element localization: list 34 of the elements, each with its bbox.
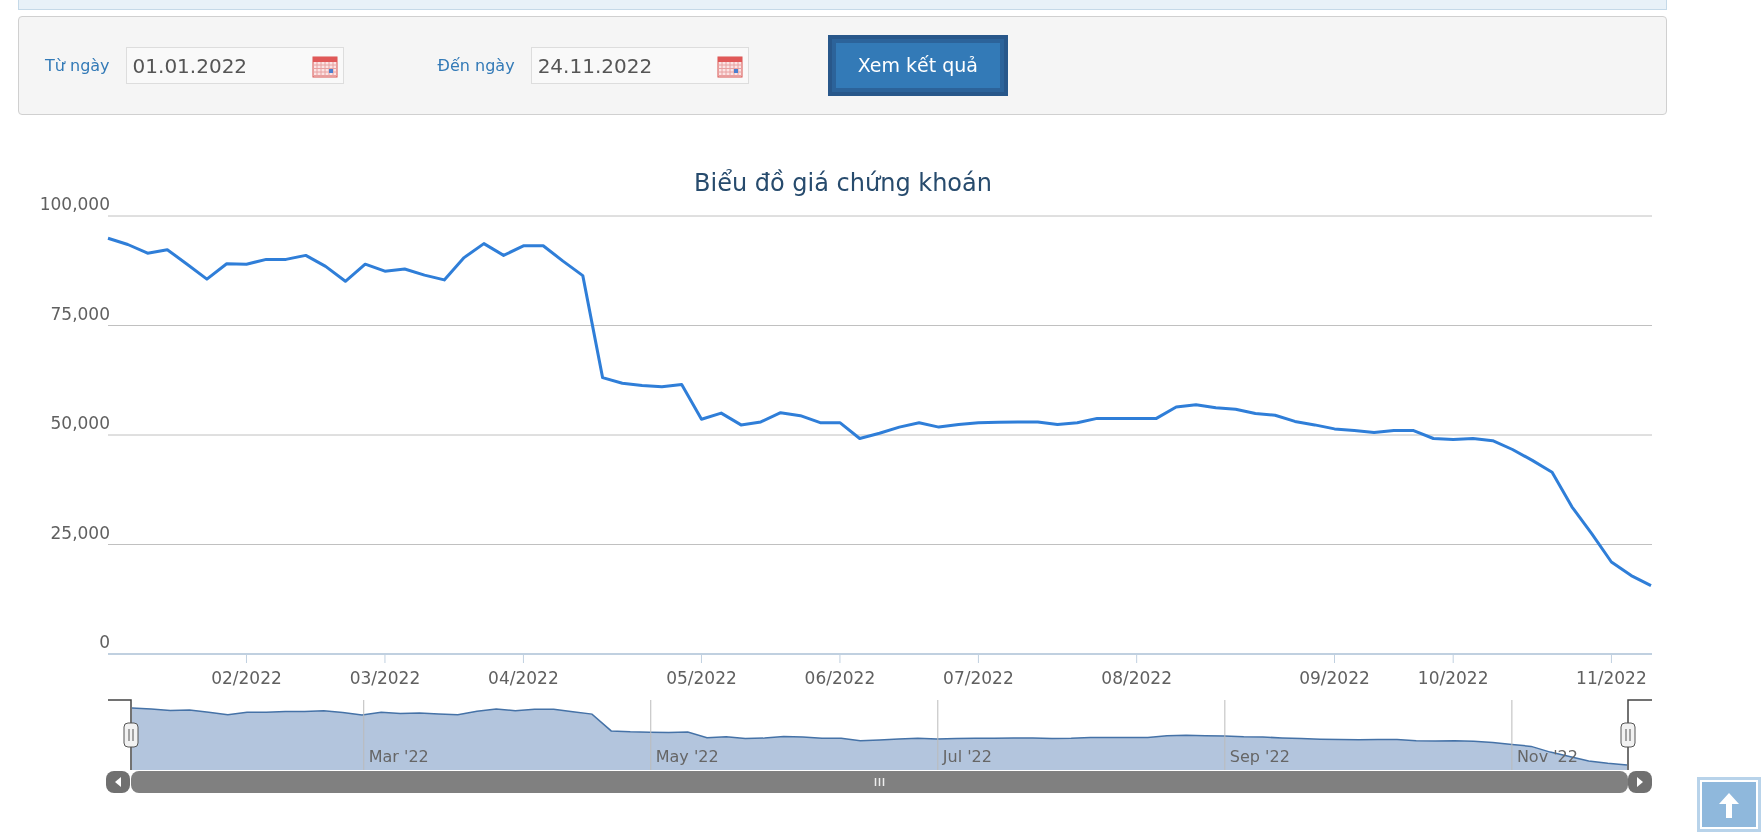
scroll-left-button[interactable]	[106, 771, 130, 793]
y-axis-label: 75,000	[50, 303, 110, 324]
scroll-right-button[interactable]	[1628, 771, 1652, 793]
x-axis-label: 03/2022	[349, 668, 421, 688]
navigator-handle[interactable]	[123, 722, 139, 748]
to-date-label: Đến ngày	[437, 54, 515, 77]
y-axis-label: 0	[99, 632, 110, 652]
chart-title: Biểu đồ giá chứng khoán	[694, 169, 992, 197]
x-axis-label: 08/2022	[1101, 668, 1172, 688]
scrollbar-thumb[interactable]	[131, 771, 1628, 793]
calendar-icon[interactable]	[716, 54, 743, 78]
x-axis-label: 07/2022	[943, 668, 1014, 688]
y-axis-label: 100,000	[39, 194, 110, 214]
navigator-outline	[107, 699, 132, 771]
navigator-label: Mar '22	[368, 747, 429, 766]
navigator-label: Sep '22	[1229, 747, 1290, 766]
x-axis-label: 02/2022	[211, 668, 282, 688]
x-axis-label: 10/2022	[1417, 668, 1489, 688]
navigator-label: Jul '22	[942, 747, 992, 766]
x-axis-label: 04/2022	[488, 668, 559, 688]
navigator-handle[interactable]	[1620, 722, 1636, 748]
calendar-icon[interactable]	[311, 54, 338, 78]
y-axis-label: 50,000	[50, 413, 110, 433]
x-axis-label: 06/2022	[804, 668, 876, 688]
from-date-field[interactable]: 01.01.2022	[125, 47, 344, 84]
x-axis-label: 05/2022	[666, 668, 737, 688]
submit-button[interactable]: Xem kết quả	[827, 35, 1008, 96]
x-axis-label: 11/2022	[1576, 668, 1647, 688]
x-axis-label: 09/2022	[1299, 668, 1370, 688]
y-axis-label: 25,000	[50, 522, 110, 543]
to-date-field[interactable]: 24.11.2022	[530, 47, 749, 84]
navigator-label: May '22	[655, 747, 719, 766]
navigator-outline	[1627, 699, 1653, 771]
from-date-label: Từ ngày	[45, 54, 110, 77]
